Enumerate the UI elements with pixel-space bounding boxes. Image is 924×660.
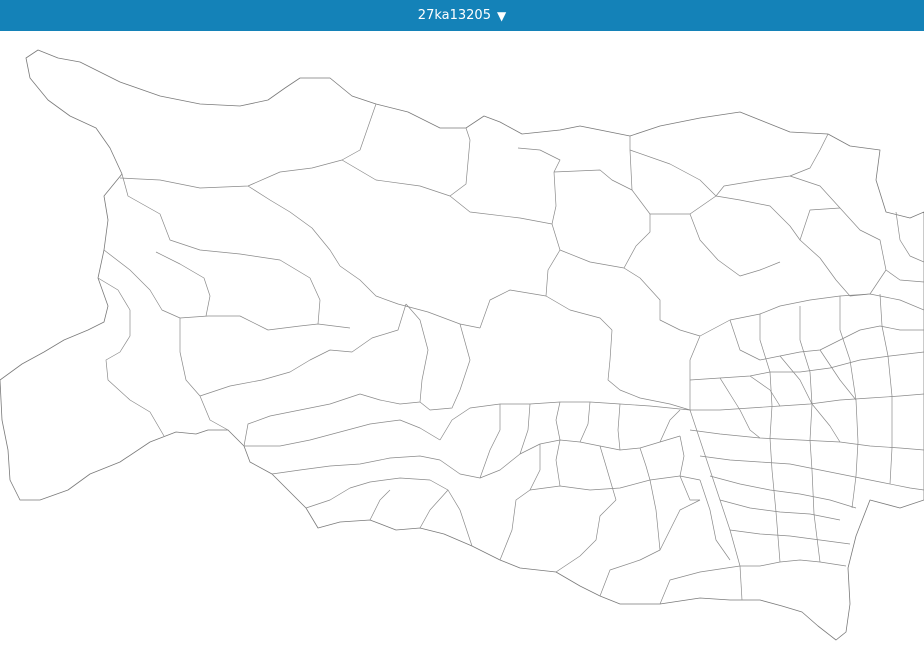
area-selector-dropdown[interactable]: 27ka13205 ▼ <box>0 0 924 31</box>
caret-down-icon: ▼ <box>496 8 507 23</box>
area-code-label: 27ka13205 <box>417 8 491 23</box>
district-boundary-map[interactable] <box>0 31 924 660</box>
map-outer-boundary <box>0 49 924 641</box>
